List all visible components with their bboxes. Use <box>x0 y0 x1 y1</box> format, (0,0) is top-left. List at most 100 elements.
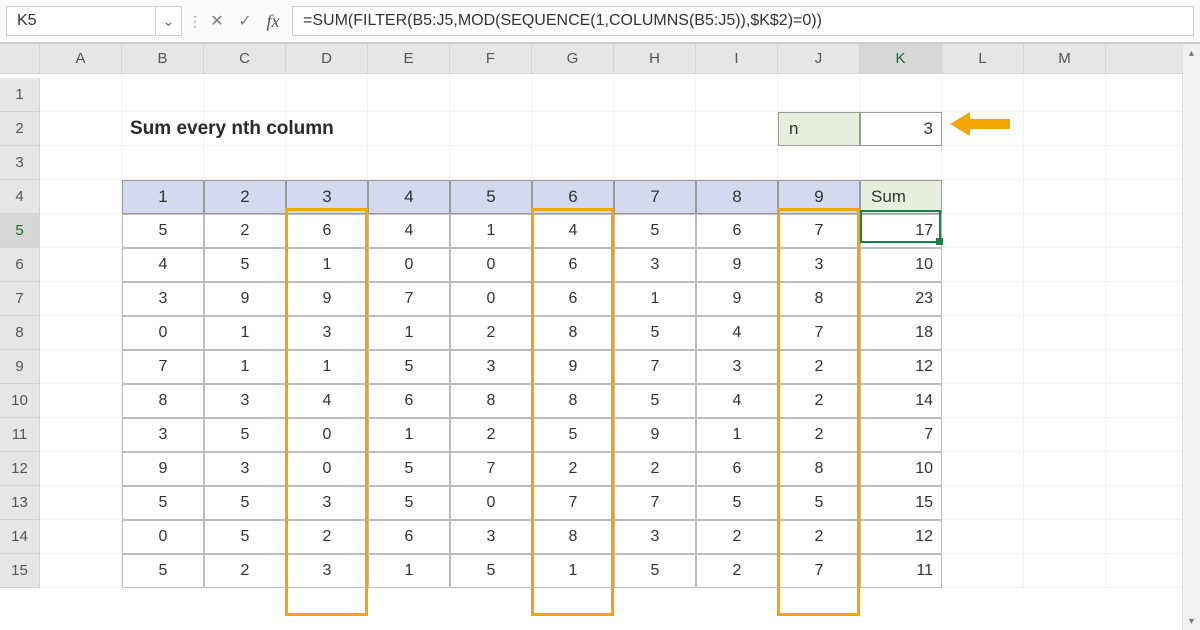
data-cell[interactable]: 4 <box>532 214 614 248</box>
cell-A2[interactable] <box>40 112 122 146</box>
cell-M8[interactable] <box>1024 316 1106 350</box>
data-cell[interactable]: 1 <box>368 316 450 350</box>
data-cell[interactable]: 7 <box>778 316 860 350</box>
data-cell[interactable]: 3 <box>204 384 286 418</box>
cell-M7[interactable] <box>1024 282 1106 316</box>
column-header-I[interactable]: I <box>696 44 778 74</box>
cell-A4[interactable] <box>40 180 122 214</box>
data-cell[interactable]: 2 <box>204 554 286 588</box>
data-cell[interactable]: 7 <box>450 452 532 486</box>
table-header-7[interactable]: 7 <box>614 180 696 214</box>
row-header-2[interactable]: 2 <box>0 112 40 146</box>
sum-cell[interactable]: 12 <box>860 520 942 554</box>
data-cell[interactable]: 0 <box>450 486 532 520</box>
sum-cell[interactable]: 12 <box>860 350 942 384</box>
cell-M4[interactable] <box>1024 180 1106 214</box>
vertical-scrollbar[interactable]: ▴ ▾ <box>1182 44 1200 630</box>
data-cell[interactable]: 5 <box>368 486 450 520</box>
sum-cell[interactable]: 17 <box>860 214 942 248</box>
table-header-9[interactable]: 9 <box>778 180 860 214</box>
data-cell[interactable]: 0 <box>122 316 204 350</box>
data-cell[interactable]: 5 <box>204 418 286 452</box>
data-cell[interactable]: 9 <box>696 248 778 282</box>
cell-M3[interactable] <box>1024 146 1106 180</box>
data-cell[interactable]: 9 <box>696 282 778 316</box>
cell-14[interactable] <box>1106 520 1188 554</box>
cell-L15[interactable] <box>942 554 1024 588</box>
cell-G1[interactable] <box>532 78 614 112</box>
cell-D3[interactable] <box>286 146 368 180</box>
table-header-sum[interactable]: Sum <box>860 180 942 214</box>
table-header-1[interactable]: 1 <box>122 180 204 214</box>
row-header-7[interactable]: 7 <box>0 282 40 316</box>
cell-A5[interactable] <box>40 214 122 248</box>
data-cell[interactable]: 7 <box>778 214 860 248</box>
cell-L3[interactable] <box>942 146 1024 180</box>
data-cell[interactable]: 5 <box>696 486 778 520</box>
data-cell[interactable]: 1 <box>450 214 532 248</box>
cell-C3[interactable] <box>204 146 286 180</box>
data-cell[interactable]: 8 <box>532 520 614 554</box>
data-cell[interactable]: 6 <box>532 248 614 282</box>
cell-L7[interactable] <box>942 282 1024 316</box>
cancel-icon[interactable]: ✕ <box>206 10 228 32</box>
cell-B3[interactable] <box>122 146 204 180</box>
data-cell[interactable]: 8 <box>532 316 614 350</box>
data-cell[interactable]: 5 <box>204 248 286 282</box>
data-cell[interactable]: 2 <box>696 520 778 554</box>
row-header-3[interactable]: 3 <box>0 146 40 180</box>
cell-I3[interactable] <box>696 146 778 180</box>
cell-M13[interactable] <box>1024 486 1106 520</box>
cell-I1[interactable] <box>696 78 778 112</box>
cell-B2[interactable]: Sum every nth column <box>122 112 204 146</box>
column-header-M[interactable]: M <box>1024 44 1106 74</box>
table-header-3[interactable]: 3 <box>286 180 368 214</box>
cell-J3[interactable] <box>778 146 860 180</box>
data-cell[interactable]: 5 <box>614 214 696 248</box>
cell-M9[interactable] <box>1024 350 1106 384</box>
data-cell[interactable]: 6 <box>368 520 450 554</box>
cell-G3[interactable] <box>532 146 614 180</box>
data-cell[interactable]: 3 <box>122 282 204 316</box>
select-all-corner[interactable] <box>0 44 40 74</box>
data-cell[interactable]: 0 <box>450 248 532 282</box>
data-cell[interactable]: 3 <box>286 554 368 588</box>
cell-L10[interactable] <box>942 384 1024 418</box>
table-header-6[interactable]: 6 <box>532 180 614 214</box>
n-label[interactable]: n <box>778 112 860 146</box>
row-header-13[interactable]: 13 <box>0 486 40 520</box>
cell-H1[interactable] <box>614 78 696 112</box>
data-cell[interactable]: 1 <box>368 418 450 452</box>
data-cell[interactable]: 0 <box>286 452 368 486</box>
cell-M14[interactable] <box>1024 520 1106 554</box>
formula-input[interactable]: =SUM(FILTER(B5:J5,MOD(SEQUENCE(1,COLUMNS… <box>292 6 1194 36</box>
cell-M1[interactable] <box>1024 78 1106 112</box>
sum-cell[interactable]: 23 <box>860 282 942 316</box>
cell-L13[interactable] <box>942 486 1024 520</box>
data-cell[interactable]: 7 <box>614 350 696 384</box>
sum-cell[interactable]: 10 <box>860 248 942 282</box>
data-cell[interactable]: 2 <box>696 554 778 588</box>
cell-6[interactable] <box>1106 248 1188 282</box>
cell-M10[interactable] <box>1024 384 1106 418</box>
cell-L12[interactable] <box>942 452 1024 486</box>
data-cell[interactable]: 1 <box>204 350 286 384</box>
cell-H2[interactable] <box>614 112 696 146</box>
data-cell[interactable]: 8 <box>532 384 614 418</box>
cell-15[interactable] <box>1106 554 1188 588</box>
data-cell[interactable]: 9 <box>286 282 368 316</box>
cell-2[interactable] <box>1106 112 1188 146</box>
table-header-2[interactable]: 2 <box>204 180 286 214</box>
column-header-A[interactable]: A <box>40 44 122 74</box>
cell-A3[interactable] <box>40 146 122 180</box>
data-cell[interactable]: 3 <box>286 486 368 520</box>
cell-L6[interactable] <box>942 248 1024 282</box>
data-cell[interactable]: 5 <box>450 554 532 588</box>
data-cell[interactable]: 1 <box>614 282 696 316</box>
column-header-G[interactable]: G <box>532 44 614 74</box>
sum-cell[interactable]: 18 <box>860 316 942 350</box>
data-cell[interactable]: 6 <box>286 214 368 248</box>
cell-M2[interactable] <box>1024 112 1106 146</box>
cell-A8[interactable] <box>40 316 122 350</box>
cell-F2[interactable] <box>450 112 532 146</box>
